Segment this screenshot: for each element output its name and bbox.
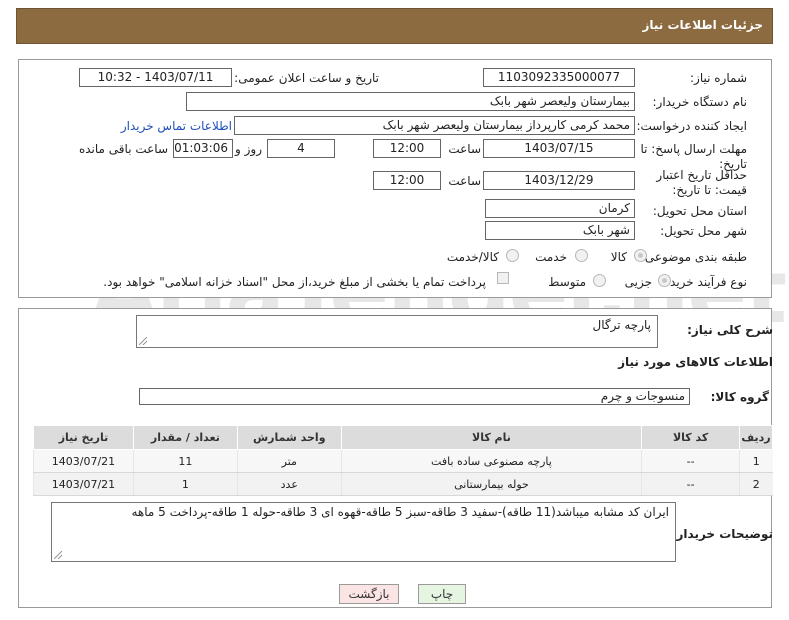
cell-need-date: 1403/07/21 bbox=[33, 472, 134, 496]
need-number-label: شماره نیاز: bbox=[690, 71, 747, 85]
cell-quantity: 11 bbox=[132, 449, 238, 473]
treasury-payment-checkbox[interactable] bbox=[497, 272, 509, 284]
description-text: پارچه ترگال bbox=[592, 318, 651, 332]
validity-date-field: 1403/12/29 bbox=[483, 171, 635, 190]
goods-info-title: اطلاعات کالاهای مورد نیاز bbox=[618, 355, 773, 369]
table-row: 1 -- پارچه مصنوعی ساده بافت متر 11 1403/… bbox=[33, 449, 773, 473]
col-header-row-number: ردیف bbox=[739, 425, 773, 450]
col-header-quantity: تعداد / مقدار bbox=[132, 425, 238, 450]
goods-group-field: منسوجات و چرم bbox=[139, 388, 690, 405]
validity-time-field: 12:00 bbox=[373, 171, 441, 190]
reply-time-label: ساعت bbox=[448, 142, 481, 156]
announce-date-field: 1403/07/11 - 10:32 bbox=[79, 68, 232, 87]
resize-handle[interactable] bbox=[139, 337, 147, 345]
validity-time-label: ساعت bbox=[448, 174, 481, 188]
cell-item-code: -- bbox=[641, 449, 740, 473]
announce-date-label: تاریخ و ساعت اعلان عمومی: bbox=[234, 71, 379, 85]
remaining-days-field: 4 bbox=[267, 139, 335, 158]
process-type-label: نوع فرآیند خرید : bbox=[662, 275, 747, 289]
treasury-payment-note: پرداخت تمام یا بخشی از مبلغ خرید،از محل … bbox=[103, 275, 486, 289]
price-validity-label: حداقل تاریخ اعتبار قیمت: تا تاریخ: bbox=[656, 168, 747, 197]
category-label: طبقه بندی موضوعی: bbox=[640, 250, 747, 264]
col-header-need-date: تاریخ نیاز bbox=[33, 425, 134, 450]
reply-date-field: 1403/07/15 bbox=[483, 139, 635, 158]
remaining-time-label: ساعت باقی مانده bbox=[78, 142, 168, 156]
process-medium-label: متوسط bbox=[548, 275, 586, 289]
resize-handle[interactable] bbox=[54, 551, 62, 559]
need-number-field: 1103092335000077 bbox=[483, 68, 635, 87]
cell-unit: متر bbox=[236, 449, 342, 473]
creator-field: محمد کرمی کارپرداز بیمارستان ولیعصر شهر … bbox=[234, 116, 635, 135]
process-minor-label: جزیی bbox=[624, 275, 652, 289]
cell-row-number: 1 bbox=[739, 449, 773, 473]
creator-label: ایجاد کننده درخواست: bbox=[636, 119, 747, 133]
buyer-notes-text: ایران کد مشابه میباشد(11 طاقه)-سفید 3 طا… bbox=[131, 505, 669, 519]
remaining-time-field: 01:03:06 bbox=[173, 139, 233, 158]
category-service-label: خدمت bbox=[535, 250, 567, 264]
col-header-item-code: کد کالا bbox=[641, 425, 741, 450]
city-label: شهر محل تحویل: bbox=[660, 224, 747, 238]
buyer-notes-label: توضیحات خریدار: bbox=[671, 527, 773, 541]
buyer-contact-link[interactable]: اطلاعات تماس خریدار bbox=[121, 119, 232, 133]
reply-time-field: 12:00 bbox=[373, 139, 441, 158]
goods-group-label: گروه کالا: bbox=[710, 390, 769, 404]
description-label: شرح کلی نیاز: bbox=[687, 323, 773, 337]
cell-item-name: پارچه مصنوعی ساده بافت bbox=[340, 449, 642, 473]
table-header-row: ردیف کد کالا نام کالا واحد شمارش تعداد /… bbox=[33, 425, 773, 450]
buyer-org-label: نام دستگاه خریدار: bbox=[652, 95, 748, 109]
province-field: کرمان bbox=[485, 199, 635, 218]
buyer-org-field: بیمارستان ولیعصر شهر بابک bbox=[186, 92, 635, 111]
cell-item-name: حوله بیمارستانی bbox=[340, 472, 642, 496]
category-goods-radio[interactable] bbox=[634, 249, 647, 262]
page-title: جزئیات اطلاعات نیاز bbox=[642, 18, 763, 32]
description-textarea[interactable]: پارچه ترگال bbox=[136, 315, 658, 348]
process-medium-radio[interactable] bbox=[593, 274, 606, 287]
back-button[interactable]: بازگشت bbox=[339, 584, 399, 604]
category-goods-service-label: کالا/خدمت bbox=[446, 250, 499, 264]
cell-need-date: 1403/07/21 bbox=[33, 449, 134, 473]
cell-row-number: 2 bbox=[739, 472, 773, 496]
table-row: 2 -- حوله بیمارستانی عدد 1 1403/07/21 bbox=[33, 472, 773, 496]
goods-table: ردیف کد کالا نام کالا واحد شمارش تعداد /… bbox=[33, 425, 773, 496]
process-minor-radio[interactable] bbox=[658, 274, 671, 287]
days-label: روز و bbox=[235, 142, 262, 156]
category-service-radio[interactable] bbox=[575, 249, 588, 262]
cell-item-code: -- bbox=[641, 472, 740, 496]
province-label: استان محل تحویل: bbox=[652, 204, 747, 218]
print-button[interactable]: چاپ bbox=[418, 584, 466, 604]
category-goods-label: کالا bbox=[610, 250, 627, 264]
city-field: شهر بابک bbox=[485, 221, 635, 240]
buyer-notes-textarea[interactable]: ایران کد مشابه میباشد(11 طاقه)-سفید 3 طا… bbox=[51, 502, 676, 562]
cell-unit: عدد bbox=[236, 472, 342, 496]
cell-quantity: 1 bbox=[132, 472, 238, 496]
col-header-unit: واحد شمارش bbox=[236, 425, 342, 450]
col-header-item-name: نام کالا bbox=[340, 425, 643, 450]
category-goods-service-radio[interactable] bbox=[506, 249, 519, 262]
